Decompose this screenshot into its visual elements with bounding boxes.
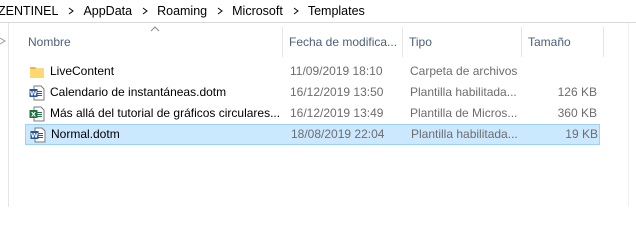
file-date: 18/08/2019 22:04 bbox=[291, 127, 385, 141]
file-date: 16/12/2019 13:49 bbox=[290, 106, 384, 120]
column-header-name[interactable]: Nombre bbox=[22, 27, 283, 57]
chevron-right-icon[interactable] bbox=[213, 4, 227, 18]
file-type: Plantilla habilitada... bbox=[411, 127, 518, 141]
svg-text:W: W bbox=[30, 89, 37, 97]
breadcrumb-segment-microsoft[interactable]: Microsoft bbox=[232, 4, 286, 18]
file-name: Más allá del tutorial de gráficos circul… bbox=[50, 106, 281, 120]
chevron-right-icon[interactable] bbox=[289, 4, 303, 18]
column-header-type[interactable]: Tipo bbox=[403, 27, 522, 57]
chevron-right-icon[interactable] bbox=[138, 4, 152, 18]
file-row-selected[interactable]: W Normal.dotm 18/08/2019 22:04 Plantilla… bbox=[25, 124, 600, 145]
file-list: LiveContent 11/09/2019 18:10 Carpeta de … bbox=[25, 61, 600, 145]
breadcrumb-segment-appdata[interactable]: AppData bbox=[83, 4, 135, 18]
word-template-icon: W bbox=[29, 85, 45, 101]
navigation-pane[interactable] bbox=[0, 23, 9, 207]
excel-template-icon: X bbox=[29, 106, 45, 122]
folder-icon bbox=[29, 64, 45, 80]
breadcrumb-segment-templates[interactable]: Templates bbox=[308, 4, 368, 18]
file-type: Plantilla de Micros... bbox=[410, 106, 518, 120]
file-date: 11/09/2019 18:10 bbox=[290, 64, 383, 78]
file-size: 360 KB bbox=[557, 106, 597, 120]
file-row[interactable]: LiveContent 11/09/2019 18:10 Carpeta de … bbox=[25, 61, 600, 82]
file-size: 126 KB bbox=[557, 85, 597, 99]
file-row[interactable]: X Más allá del tutorial de gráficos circ… bbox=[25, 103, 600, 124]
svg-text:W: W bbox=[31, 131, 38, 139]
vertical-scrollbar[interactable] bbox=[628, 23, 636, 207]
file-date: 16/12/2019 13:50 bbox=[290, 85, 384, 99]
file-row[interactable]: W Calendario de instantáneas.dotm 16/12/… bbox=[25, 82, 600, 103]
expand-arrow-icon[interactable] bbox=[0, 37, 8, 45]
file-type: Carpeta de archivos bbox=[410, 64, 518, 78]
breadcrumb-segment-roaming[interactable]: Roaming bbox=[157, 4, 210, 18]
breadcrumb: ZENTINEL AppData Roaming Microsoft Templ… bbox=[0, 0, 636, 23]
file-name: LiveContent bbox=[50, 64, 115, 78]
file-name: Normal.dotm bbox=[51, 127, 120, 141]
chevron-right-icon[interactable] bbox=[64, 4, 78, 18]
column-header-size[interactable]: Tamaño bbox=[522, 27, 604, 57]
svg-text:X: X bbox=[31, 110, 36, 118]
file-name: Calendario de instantáneas.dotm bbox=[50, 85, 227, 99]
breadcrumb-segment-user[interactable]: ZENTINEL bbox=[0, 4, 61, 18]
word-template-icon: W bbox=[30, 127, 46, 143]
column-headers: Nombre Fecha de modifica... Tipo Tamaño bbox=[22, 26, 606, 57]
file-size: 19 KB bbox=[565, 127, 598, 141]
column-header-date[interactable]: Fecha de modifica... bbox=[283, 27, 403, 57]
file-type: Plantilla habilitada... bbox=[410, 85, 517, 99]
